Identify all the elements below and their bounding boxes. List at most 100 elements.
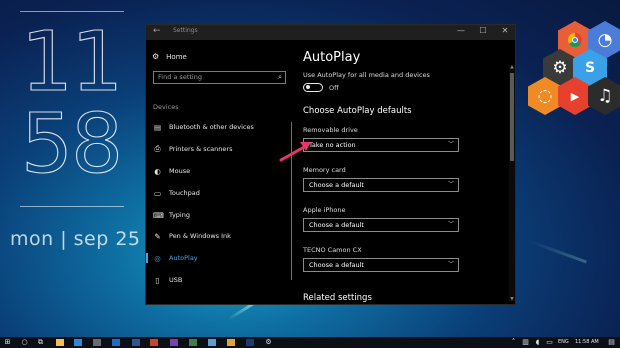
start-button-windows-icon[interactable]: ⊞ bbox=[3, 338, 12, 347]
sidebar-item-autoplay[interactable]: ◎ AutoPlay bbox=[146, 250, 286, 266]
chevron-down-icon: ﹀ bbox=[447, 181, 454, 188]
scroll-up-arrow-icon[interactable]: ▲ bbox=[509, 65, 515, 70]
scrollbar-thumb[interactable] bbox=[510, 73, 514, 161]
chevron-down-icon: ﹀ bbox=[447, 261, 454, 268]
page-title: AutoPlay bbox=[303, 50, 361, 65]
task-view-icon[interactable]: ⧉ bbox=[36, 338, 45, 347]
nav-home-label: Home bbox=[166, 52, 187, 61]
wallpaper-streak bbox=[529, 240, 587, 264]
sidebar-item-label: Touchpad bbox=[169, 189, 200, 197]
clock-bottom-line bbox=[20, 206, 124, 207]
printer-icon: ⎙ bbox=[154, 144, 161, 153]
annotation-arrow bbox=[279, 142, 311, 162]
bluetooth-devices-icon: ▤ bbox=[153, 122, 162, 132]
pen-icon: ✎ bbox=[154, 231, 161, 241]
cortana-icon[interactable]: ○ bbox=[20, 338, 29, 347]
network-icon[interactable]: ▥ bbox=[521, 338, 530, 347]
file-explorer-icon[interactable] bbox=[56, 339, 64, 346]
sidebar-item-typing[interactable]: ⌨ Typing bbox=[146, 207, 286, 223]
removable-drive-dropdown[interactable]: Take no action ﹀ bbox=[303, 138, 459, 152]
sidebar-item-touchpad[interactable]: ▭ Touchpad bbox=[146, 185, 286, 201]
mouse-icon: ◐ bbox=[154, 166, 161, 176]
autoplay-toggle[interactable] bbox=[303, 83, 323, 92]
memory-card-label: Memory card bbox=[303, 166, 346, 174]
store-icon[interactable] bbox=[93, 339, 101, 346]
dropdown-value: Choose a default bbox=[309, 221, 364, 229]
active-indicator bbox=[146, 253, 148, 263]
removable-drive-label: Removable drive bbox=[303, 126, 358, 134]
taskbar: ⊞ ○ ⧉ ⚙ ˄ ▥ ◖ ▭ ENG 11:58 AM ▤ bbox=[0, 337, 620, 348]
tecno-camon-dropdown[interactable]: Choose a default ﹀ bbox=[303, 258, 459, 272]
media-app-icon[interactable] bbox=[170, 339, 178, 346]
sidebar-item-usb[interactable]: ▯ USB bbox=[146, 272, 286, 288]
nav-section-devices: Devices bbox=[153, 103, 179, 111]
sidebar-item-label: Printers & scanners bbox=[169, 145, 233, 153]
memory-card-dropdown[interactable]: Choose a default ﹀ bbox=[303, 178, 459, 192]
ring-app-icon: ◌ bbox=[537, 86, 553, 106]
firefox-icon: ◔ bbox=[597, 30, 613, 50]
sidebar-item-label: Mouse bbox=[169, 167, 191, 175]
sidebar-item-label: Bluetooth & other devices bbox=[169, 123, 254, 131]
related-settings-heading: Related settings bbox=[303, 293, 372, 303]
chrome-icon bbox=[568, 33, 582, 47]
volume-icon[interactable]: ◖ bbox=[533, 338, 542, 347]
chrome-taskbar-icon[interactable] bbox=[227, 339, 235, 346]
chevron-down-icon: ﹀ bbox=[447, 221, 454, 228]
window-titlebar: ← Settings — ☐ ✕ bbox=[146, 25, 515, 40]
toggle-knob bbox=[306, 85, 310, 90]
maximize-button[interactable]: ☐ bbox=[477, 26, 489, 35]
active-app-icon[interactable] bbox=[208, 339, 216, 346]
sidebar-item-label: AutoPlay bbox=[169, 254, 198, 262]
apple-iphone-label: Apple iPhone bbox=[303, 206, 346, 214]
scroll-down-arrow-icon[interactable]: ▼ bbox=[509, 297, 515, 302]
skype-icon: S bbox=[584, 60, 596, 76]
clock-hours: 11 bbox=[20, 15, 123, 110]
action-center-icon[interactable]: ▤ bbox=[607, 338, 616, 347]
photoshop-icon[interactable] bbox=[246, 339, 254, 346]
nav-home[interactable]: ⚙ Home bbox=[152, 52, 187, 61]
language-indicator[interactable]: ENG bbox=[558, 339, 569, 345]
gear-icon: ⚙ bbox=[152, 52, 160, 61]
word-icon[interactable] bbox=[132, 339, 140, 346]
sidebar-item-pen[interactable]: ✎ Pen & Windows Ink bbox=[146, 228, 286, 244]
app-icon[interactable] bbox=[189, 339, 197, 346]
sidebar-item-mouse[interactable]: ◐ Mouse bbox=[146, 163, 286, 179]
clock-date: mon | sep 25 bbox=[10, 228, 141, 250]
search-placeholder: Find a setting bbox=[158, 73, 202, 81]
chevron-down-icon: ﹀ bbox=[447, 141, 454, 148]
edge-icon[interactable] bbox=[74, 339, 82, 346]
taskbar-clock[interactable]: 11:58 AM bbox=[575, 339, 599, 345]
tecno-camon-label: TECNO Camon CX bbox=[303, 246, 362, 254]
battery-icon[interactable]: ▭ bbox=[545, 338, 554, 347]
gear-icon: ⚙ bbox=[552, 58, 568, 78]
powerpoint-icon[interactable] bbox=[150, 339, 158, 346]
clock-top-line bbox=[20, 11, 124, 12]
apple-iphone-dropdown[interactable]: Choose a default ﹀ bbox=[303, 218, 459, 232]
youtube-icon: ▶ bbox=[570, 89, 580, 103]
touchpad-icon: ▭ bbox=[153, 188, 162, 198]
settings-taskbar-gear-icon[interactable]: ⚙ bbox=[264, 338, 273, 347]
mail-icon[interactable] bbox=[112, 339, 120, 346]
minimize-button[interactable]: — bbox=[455, 26, 467, 35]
music-note-icon: ♫ bbox=[597, 86, 613, 106]
autoplay-icon: ◎ bbox=[154, 253, 161, 263]
use-autoplay-label: Use AutoPlay for all media and devices bbox=[303, 71, 430, 79]
defaults-heading: Choose AutoPlay defaults bbox=[303, 106, 412, 116]
keyboard-icon: ⌨ bbox=[153, 210, 164, 220]
tray-chevron-up-icon[interactable]: ˄ bbox=[509, 338, 518, 347]
content-scrollbar[interactable]: ▲ ▼ bbox=[509, 65, 515, 302]
sidebar-item-printers[interactable]: ⎙ Printers & scanners bbox=[146, 141, 286, 157]
sidebar-item-bluetooth[interactable]: ▤ Bluetooth & other devices bbox=[146, 119, 286, 135]
sidebar-item-label: Pen & Windows Ink bbox=[169, 232, 231, 240]
search-icon: ⌕ bbox=[278, 73, 282, 81]
usb-icon: ▯ bbox=[155, 275, 160, 285]
settings-window: ← Settings — ☐ ✕ ⚙ Home Find a setting ⌕… bbox=[145, 24, 516, 305]
close-button[interactable]: ✕ bbox=[499, 26, 511, 35]
sidebar-item-label: Typing bbox=[169, 211, 190, 219]
toggle-state-label: Off bbox=[329, 84, 339, 92]
window-title: Settings bbox=[173, 27, 198, 34]
clock-minutes: 58 bbox=[20, 97, 123, 192]
sidebar-item-label: USB bbox=[169, 276, 183, 284]
search-input[interactable]: Find a setting ⌕ bbox=[153, 71, 286, 84]
back-arrow-icon[interactable]: ← bbox=[153, 26, 161, 36]
